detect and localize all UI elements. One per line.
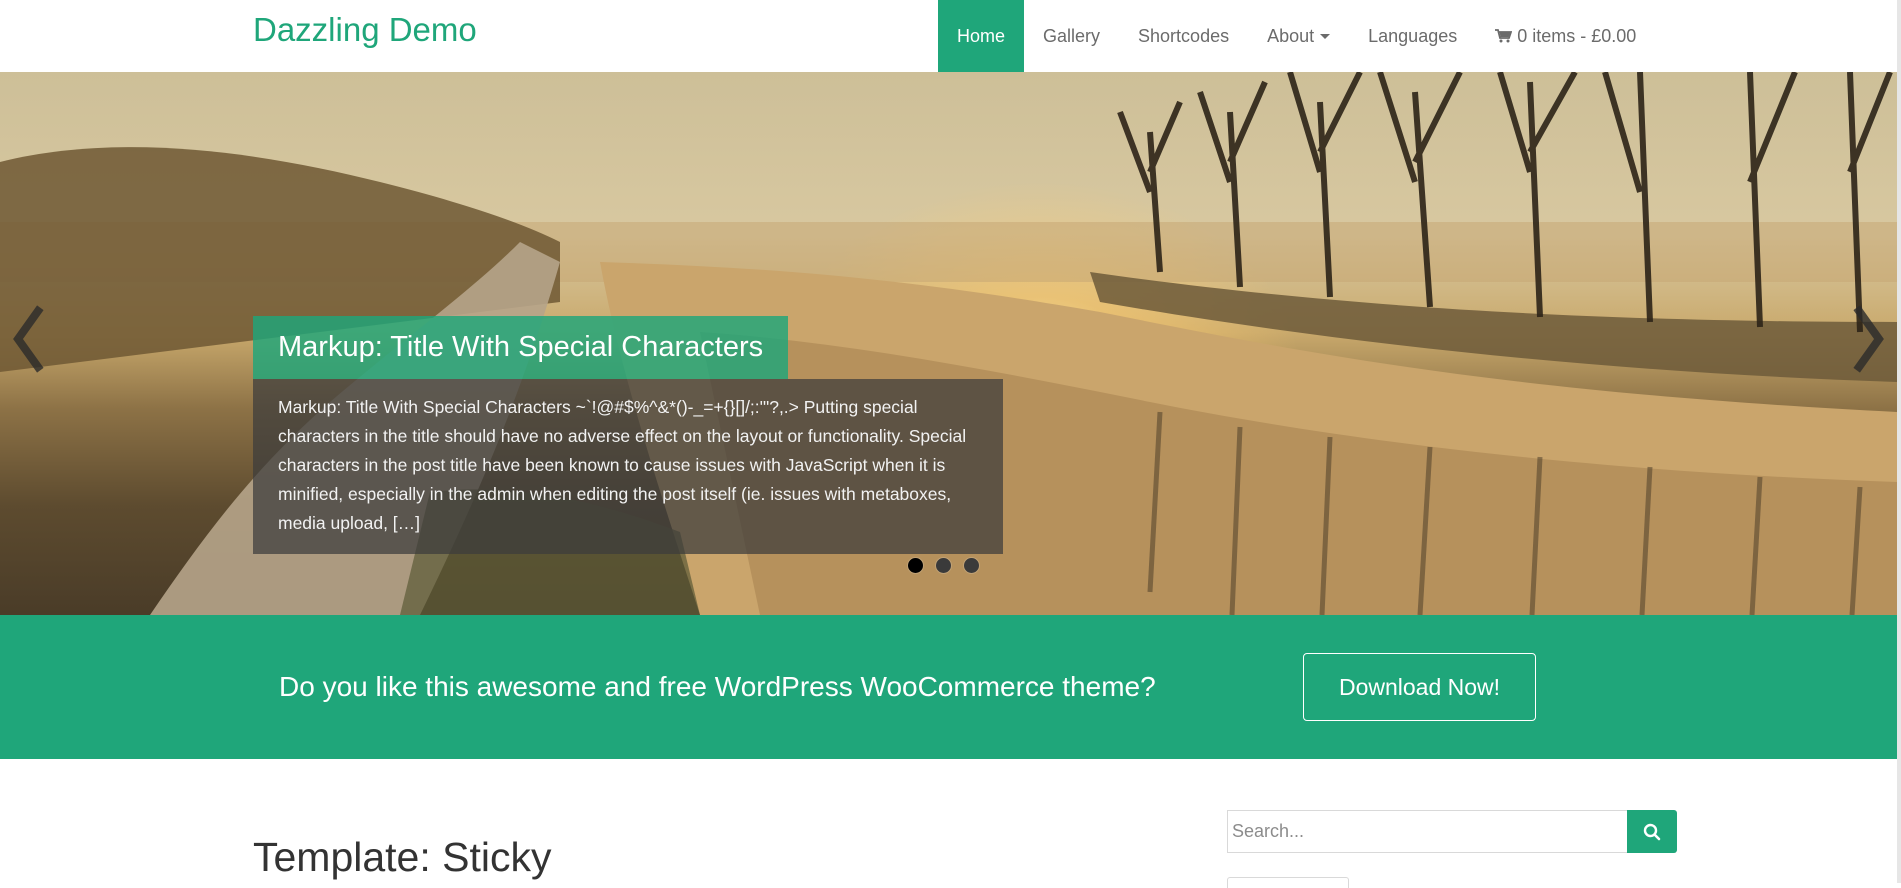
- chevron-right-icon: [1853, 305, 1884, 373]
- search-input[interactable]: [1227, 810, 1627, 853]
- slide-caption-excerpt: Markup: Title With Special Characters ~`…: [253, 379, 1003, 554]
- nav-item-shortcodes[interactable]: Shortcodes: [1119, 0, 1248, 72]
- nav-item-about[interactable]: About: [1248, 0, 1349, 72]
- sidebar-search-form: [1227, 810, 1677, 853]
- site-header: Dazzling Demo Home Gallery Shortcodes Ab…: [0, 0, 1897, 73]
- nav-item-label: Languages: [1368, 25, 1458, 46]
- post-title[interactable]: Template: Sticky: [253, 833, 552, 881]
- slide-caption-title[interactable]: Markup: Title With Special Characters: [253, 316, 789, 379]
- search-icon: [1643, 823, 1661, 840]
- chevron-left-icon: [13, 305, 44, 373]
- cta-text: Do you like this awesome and free WordPr…: [279, 671, 1156, 702]
- nav-item-home[interactable]: Home: [938, 0, 1025, 72]
- shopping-cart-icon: [1495, 29, 1513, 43]
- nav-item-label: Home: [957, 25, 1006, 46]
- nav-item-gallery[interactable]: Gallery: [1024, 0, 1119, 72]
- call-to-action-band: Do you like this awesome and free WordPr…: [0, 615, 1897, 759]
- hero-slider: Markup: Title With Special Characters Ma…: [0, 72, 1897, 615]
- slider-dot[interactable]: [964, 558, 979, 573]
- slider-pagination: [908, 558, 979, 573]
- nav-item-languages[interactable]: Languages: [1349, 0, 1476, 72]
- cart-summary: 0 items - £0.00: [1517, 25, 1637, 46]
- nav-item-label: Shortcodes: [1138, 25, 1230, 46]
- site-title-link[interactable]: Dazzling Demo: [253, 10, 477, 50]
- slider-dot[interactable]: [936, 558, 951, 573]
- nav-item-label: Gallery: [1043, 25, 1101, 46]
- nav-item-cart[interactable]: 0 items - £0.00: [1476, 0, 1655, 72]
- main-nav: Home Gallery Shortcodes About Languages …: [938, 0, 1655, 72]
- nav-item-label: About: [1267, 25, 1315, 46]
- slider-next-button[interactable]: [1843, 299, 1893, 379]
- download-now-button[interactable]: Download Now!: [1303, 653, 1536, 721]
- page-scrollbar[interactable]: [1897, 0, 1901, 883]
- slider-dot[interactable]: [908, 558, 923, 573]
- slider-prev-button[interactable]: [4, 299, 54, 379]
- caret-down-icon: [1320, 33, 1331, 39]
- search-button[interactable]: [1627, 810, 1677, 853]
